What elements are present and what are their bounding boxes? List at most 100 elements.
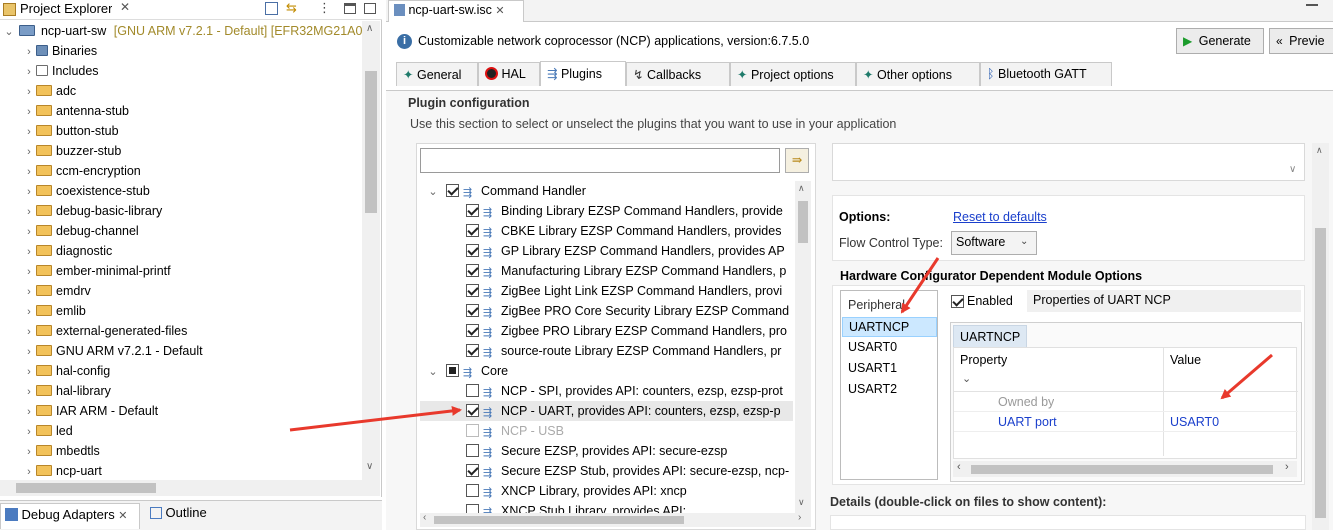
chevron-right-icon[interactable]: › (22, 442, 36, 462)
tree-item-ember-minimal-printf[interactable]: › ember-minimal-printf (22, 261, 170, 282)
scroll-thumb-h[interactable] (16, 483, 156, 493)
chevron-right-icon[interactable]: › (22, 102, 36, 122)
tab-general[interactable]: ✦ General (396, 62, 478, 86)
chevron-right-icon[interactable]: › (22, 82, 36, 102)
preview-button[interactable]: « Previe (1269, 28, 1333, 54)
chevron-right-icon[interactable]: › (22, 222, 36, 242)
tab-ncp-uart-sw-isc[interactable]: ncp-uart-sw.isc ✕ (388, 0, 524, 22)
tree-item-diagnostic[interactable]: › diagnostic (22, 241, 112, 261)
scroll-up-icon[interactable]: ∧ (366, 23, 373, 34)
table-row[interactable]: Owned by (954, 392, 1298, 412)
plugin-checkbox[interactable] (466, 304, 479, 317)
plugin-item[interactable]: ⇶ XNCP Stub Library, provides API: (420, 501, 793, 513)
tree-item-ncp-uart[interactable]: › ncp-uart (22, 461, 102, 478)
plugin-item[interactable]: ⇶ Zigbee PRO Library EZSP Command Handler… (420, 321, 793, 341)
view-menu-icon[interactable]: ⋮ (318, 0, 331, 16)
close-icon[interactable]: ✕ (495, 5, 504, 17)
row-uart-port-value[interactable]: USART0 (1170, 415, 1219, 429)
scroll-up-icon[interactable]: ∧ (1316, 145, 1323, 156)
plugin-checkbox[interactable] (466, 284, 479, 297)
peripheral-item[interactable]: USART2 (842, 380, 937, 400)
peripheral-item[interactable]: Peripheral (842, 296, 937, 316)
plugin-checkbox[interactable] (466, 384, 479, 397)
filter-button[interactable]: ⇛ (785, 148, 809, 173)
tree-item-coexistence-stub[interactable]: › coexistence-stub (22, 181, 150, 201)
tree-item-iar-arm-default[interactable]: › IAR ARM - Default (22, 401, 158, 421)
plugin-checkbox[interactable] (466, 404, 479, 417)
project-tree-scrollbar[interactable]: ∧ ∨ (362, 21, 380, 480)
tree-item-external-generated-files[interactable]: › external-generated-files (22, 321, 187, 341)
scroll-thumb-h[interactable] (971, 465, 1273, 474)
chevron-right-icon[interactable]: › (22, 382, 36, 402)
tree-item-buzzer-stub[interactable]: › buzzer-stub (22, 141, 121, 161)
scroll-thumb[interactable] (365, 71, 377, 213)
plugin-checkbox[interactable] (466, 464, 479, 477)
minimize-icon[interactable] (344, 3, 356, 14)
scroll-down-icon[interactable]: ∨ (1289, 164, 1296, 175)
plugin-item[interactable]: ⇶ NCP - UART, provides API: counters, ezs… (420, 401, 793, 421)
scroll-thumb-h[interactable] (434, 516, 684, 524)
chevron-right-icon[interactable]: › (22, 302, 36, 322)
tree-item-mbedtls[interactable]: › mbedtls (22, 441, 100, 461)
chevron-right-icon[interactable]: › (22, 462, 36, 478)
chevron-right-icon[interactable]: › (22, 122, 36, 142)
plugin-checkbox[interactable] (466, 484, 479, 497)
plugin-checkbox[interactable] (466, 224, 479, 237)
tree-item-emlib[interactable]: › emlib (22, 301, 86, 321)
scroll-thumb[interactable] (798, 201, 808, 243)
chevron-right-icon[interactable]: › (22, 262, 36, 282)
plugin-checkbox[interactable] (466, 444, 479, 457)
tab-hal[interactable]: HAL (478, 62, 540, 86)
plugin-item[interactable]: ⇶ ZigBee PRO Core Security Library EZSP C… (420, 301, 793, 321)
peripheral-item[interactable]: UARTNCP (842, 317, 937, 337)
link-editor-icon[interactable]: ⇆ (286, 0, 297, 16)
flow-control-select[interactable]: Software ⌄ (951, 231, 1037, 255)
plugin-item[interactable]: ⇶ GP Library EZSP Command Handlers, provi… (420, 241, 793, 261)
peripheral-item[interactable]: USART1 (842, 359, 937, 379)
plugin-checkbox[interactable] (446, 364, 459, 377)
project-explorer-title[interactable]: Project Explorer (20, 1, 112, 16)
chevron-right-icon[interactable]: › (22, 142, 36, 162)
chevron-right-icon[interactable]: › (22, 242, 36, 262)
tree-item-hal-library[interactable]: › hal-library (22, 381, 111, 401)
chevron-down-icon[interactable]: ⌄ (426, 362, 440, 381)
tree-item-adc[interactable]: › adc (22, 81, 76, 101)
tree-item-led[interactable]: › led (22, 421, 73, 441)
scroll-right-icon[interactable]: › (1285, 461, 1289, 473)
plugin-item[interactable]: ⇶ Manufacturing Library EZSP Command Hand… (420, 261, 793, 281)
tab-plugins[interactable]: ⇶ Plugins (540, 61, 626, 86)
scroll-left-icon[interactable]: ‹ (423, 512, 426, 523)
tree-item-binaries[interactable]: › Binaries (22, 41, 97, 61)
plugin-item[interactable]: ⇶ ZigBee Light Link EZSP Command Handlers… (420, 281, 793, 301)
tab-bluetooth-gatt[interactable]: ᛒ Bluetooth GATT (980, 62, 1112, 86)
chevron-right-icon[interactable]: › (22, 282, 36, 302)
plugin-checkbox[interactable] (466, 504, 479, 513)
tab-project-options[interactable]: ✦ Project options (730, 62, 856, 86)
plugin-search-input[interactable] (420, 148, 780, 173)
minimize-icon[interactable] (1306, 4, 1318, 14)
close-icon[interactable]: ✕ (118, 510, 127, 522)
tree-item-ccm-encryption[interactable]: › ccm-encryption (22, 161, 141, 181)
chevron-right-icon[interactable]: › (22, 162, 36, 182)
chevron-right-icon[interactable]: › (22, 322, 36, 342)
peripheral-item[interactable]: USART0 (842, 338, 937, 358)
scroll-up-icon[interactable]: ∧ (798, 183, 805, 194)
plugin-group[interactable]: ⌄ ⇶ Command Handler (420, 181, 793, 201)
plugin-checkbox[interactable] (466, 344, 479, 357)
collapse-all-icon[interactable] (265, 2, 278, 15)
plugin-item[interactable]: ⇶ Secure EZSP Stub, provides API: secure-… (420, 461, 793, 481)
tree-item-debug-channel[interactable]: › debug-channel (22, 221, 139, 241)
chevron-down-icon[interactable]: ⌄ (2, 22, 16, 42)
tree-root[interactable]: ⌄ ncp-uart-sw [GNU ARM v7.2.1 - Default]… (2, 21, 362, 41)
chevron-down-icon[interactable]: ⌄ (426, 182, 440, 201)
tree-item-hal-config[interactable]: › hal-config (22, 361, 110, 381)
tree-item-antenna-stub[interactable]: › antenna-stub (22, 101, 129, 121)
scroll-down-icon[interactable]: ∨ (366, 461, 373, 472)
plugin-checkbox[interactable] (466, 264, 479, 277)
plugin-item[interactable]: ⇶ source-route Library EZSP Command Handl… (420, 341, 793, 361)
plugin-checkbox[interactable] (446, 184, 459, 197)
plugin-item[interactable]: ⇶ NCP - USB (420, 421, 793, 441)
plugin-item[interactable]: ⇶ CBKE Library EZSP Command Handlers, pro… (420, 221, 793, 241)
scroll-right-icon[interactable]: › (798, 512, 801, 523)
chevron-right-icon[interactable]: › (22, 202, 36, 222)
